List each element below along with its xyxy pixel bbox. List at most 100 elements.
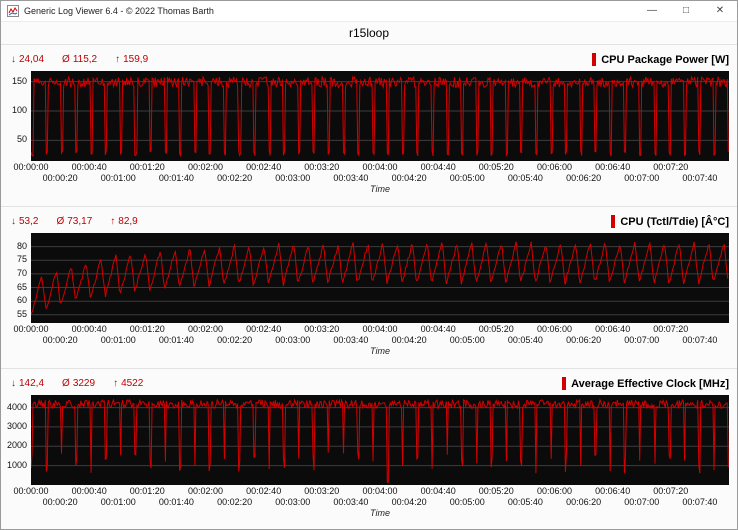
- x-tick-label: 00:01:00: [101, 335, 136, 345]
- x-tick-label: 00:03:00: [275, 173, 310, 183]
- x-tick-label: 00:02:20: [217, 497, 252, 507]
- series-color-icon: [592, 53, 596, 66]
- x-tick-label: 00:03:40: [333, 173, 368, 183]
- avg-icon: Ø: [56, 216, 64, 227]
- plot-area[interactable]: [31, 71, 729, 161]
- x-tick-label: 00:00:20: [43, 173, 78, 183]
- x-tick-label: 00:04:00: [362, 162, 397, 172]
- y-axis: 807570656055: [1, 233, 31, 323]
- x-tick-label: 00:00:00: [13, 162, 48, 172]
- x-tick-label: 00:05:20: [479, 486, 514, 496]
- stat-min-value: 24,04: [19, 54, 44, 65]
- y-tick-label: 75: [17, 254, 27, 265]
- x-tick-label: 00:01:40: [159, 497, 194, 507]
- x-tick-label: 00:07:40: [682, 173, 717, 183]
- minimize-button[interactable]: —: [635, 1, 669, 21]
- x-tick-label: 00:01:40: [159, 335, 194, 345]
- chart-stats: ↓24,04 Ø115,2 ↑159,9: [11, 54, 148, 65]
- x-tick-label: 00:00:00: [13, 486, 48, 496]
- chart-stats: ↓53,2 Ø73,17 ↑82,9: [11, 216, 138, 227]
- app-window: Generic Log Viewer 6.4 - © 2022 Thomas B…: [0, 0, 738, 530]
- x-tick-label: 00:04:20: [392, 173, 427, 183]
- x-tick-label: 00:04:40: [421, 162, 456, 172]
- chart-title-group: Average Effective Clock [MHz]: [562, 377, 729, 390]
- x-tick-label: 00:04:00: [362, 324, 397, 334]
- chart-header: ↓142,4 Ø3229 ↑4522 Average Effective Clo…: [1, 374, 737, 393]
- plot-area[interactable]: [31, 233, 729, 323]
- y-tick-label: 50: [17, 134, 27, 145]
- x-tick-label: 00:04:20: [392, 335, 427, 345]
- stat-max-value: 82,9: [118, 216, 137, 227]
- x-tick-label: 00:03:40: [333, 335, 368, 345]
- min-arrow-icon: ↓: [11, 216, 16, 227]
- stat-avg: Ø73,17: [56, 216, 92, 227]
- y-tick-label: 150: [12, 76, 27, 87]
- x-tick-label: 00:04:40: [421, 324, 456, 334]
- x-axis-title: Time: [31, 346, 729, 358]
- plot-area[interactable]: [31, 395, 729, 485]
- x-tick-label: 00:01:20: [130, 324, 165, 334]
- y-tick-label: 100: [12, 105, 27, 116]
- x-tick-label: 00:07:20: [653, 162, 688, 172]
- x-tick-label: 00:00:40: [72, 486, 107, 496]
- x-tick-label: 00:02:20: [217, 173, 252, 183]
- x-tick-label: 00:02:00: [188, 486, 223, 496]
- y-tick-label: 70: [17, 268, 27, 279]
- stat-min-value: 53,2: [19, 216, 38, 227]
- y-tick-label: 3000: [7, 421, 27, 432]
- x-tick-label: 00:01:00: [101, 497, 136, 507]
- series-color-icon: [611, 215, 615, 228]
- x-tick-label: 00:01:00: [101, 173, 136, 183]
- y-tick-label: 1000: [7, 460, 27, 471]
- x-tick-label: 00:05:00: [450, 173, 485, 183]
- x-tick-label: 00:07:40: [682, 497, 717, 507]
- stat-avg-value: 73,17: [67, 216, 92, 227]
- x-tick-label: 00:06:20: [566, 335, 601, 345]
- window-titlebar: Generic Log Viewer 6.4 - © 2022 Thomas B…: [1, 1, 737, 22]
- x-tick-label: 00:07:00: [624, 335, 659, 345]
- y-tick-label: 2000: [7, 440, 27, 451]
- x-axis-title: Time: [31, 508, 729, 520]
- x-tick-label: 00:03:00: [275, 497, 310, 507]
- x-tick-label: 00:02:40: [246, 486, 281, 496]
- x-tick-label: 00:02:00: [188, 324, 223, 334]
- chart-title: Average Effective Clock [MHz]: [571, 378, 729, 390]
- chart-stats: ↓142,4 Ø3229 ↑4522: [11, 378, 143, 389]
- x-tick-label: 00:05:00: [450, 497, 485, 507]
- x-tick-label: 00:02:00: [188, 162, 223, 172]
- x-tick-label: 00:03:20: [304, 486, 339, 496]
- stat-max-value: 159,9: [123, 54, 148, 65]
- series-line: [31, 400, 728, 482]
- app-icon: [7, 5, 19, 17]
- x-tick-label: 00:05:20: [479, 162, 514, 172]
- stat-max: ↑159,9: [115, 54, 148, 65]
- stat-max-value: 4522: [121, 378, 143, 389]
- x-tick-label: 00:07:20: [653, 324, 688, 334]
- stat-max: ↑4522: [113, 378, 143, 389]
- y-tick-label: 55: [17, 309, 27, 320]
- x-tick-label: 00:05:00: [450, 335, 485, 345]
- series-line: [31, 77, 728, 156]
- close-button[interactable]: ✕: [703, 1, 737, 21]
- stat-min-value: 142,4: [19, 378, 44, 389]
- x-tick-label: 00:01:40: [159, 173, 194, 183]
- y-tick-label: 65: [17, 282, 27, 293]
- y-tick-label: 4000: [7, 402, 27, 413]
- x-tick-label: 00:05:40: [508, 497, 543, 507]
- chart-title-group: CPU Package Power [W]: [592, 53, 729, 66]
- x-axis: 00:00:0000:00:2000:00:4000:01:0000:01:20…: [31, 161, 729, 184]
- window-title: Generic Log Viewer 6.4 - © 2022 Thomas B…: [24, 6, 635, 16]
- chart-header: ↓24,04 Ø115,2 ↑159,9 CPU Package Power […: [1, 50, 737, 69]
- x-tick-label: 00:05:20: [479, 324, 514, 334]
- chart-header: ↓53,2 Ø73,17 ↑82,9 CPU (Tctl/Tdie) [Â°C]: [1, 212, 737, 231]
- x-tick-label: 00:06:00: [537, 486, 572, 496]
- stat-max: ↑82,9: [110, 216, 137, 227]
- x-tick-label: 00:07:00: [624, 173, 659, 183]
- maximize-button[interactable]: □: [669, 1, 703, 21]
- chart-section-cpu-temperature: ↓53,2 Ø73,17 ↑82,9 CPU (Tctl/Tdie) [Â°C]…: [1, 206, 737, 368]
- x-tick-label: 00:03:20: [304, 324, 339, 334]
- y-tick-label: 60: [17, 295, 27, 306]
- chart-section-average-effective-clock: ↓142,4 Ø3229 ↑4522 Average Effective Clo…: [1, 368, 737, 530]
- plot-wrap: 150 100 50: [1, 71, 737, 161]
- x-tick-label: 00:00:00: [13, 324, 48, 334]
